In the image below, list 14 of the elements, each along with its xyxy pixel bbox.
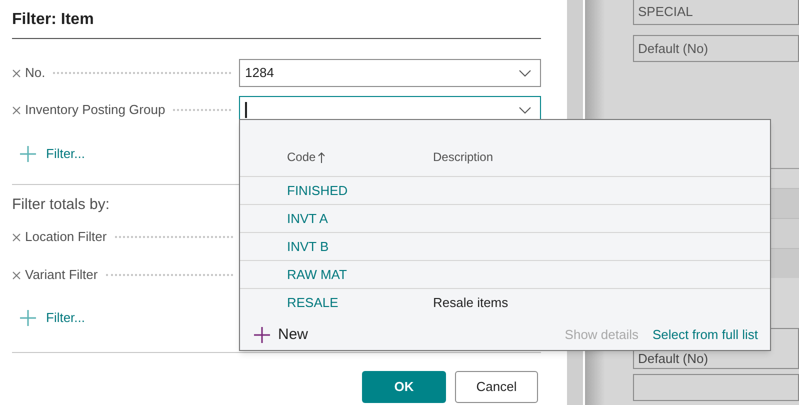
background-field: SPECIAL [633, 0, 799, 25]
background-field: Default (No) [633, 35, 799, 62]
description-cell-text: Resale items [433, 294, 508, 312]
filter-label: Variant Filter [25, 266, 98, 284]
code-cell-text: INVT B [287, 238, 330, 256]
filter-label: Inventory Posting Group [25, 101, 166, 120]
code-cell-text: INVT A [287, 210, 329, 228]
filter-label: No. [25, 64, 46, 82]
filter-label: Location Filter [25, 228, 107, 246]
code-cell-text: RESALE [287, 294, 340, 312]
section-heading: Filter totals by: [12, 194, 111, 214]
dialog-title: Filter: Item [12, 0, 541, 39]
code-cell-text: RAW MAT [287, 266, 348, 284]
code-cell-text: FINISHED [287, 182, 349, 200]
